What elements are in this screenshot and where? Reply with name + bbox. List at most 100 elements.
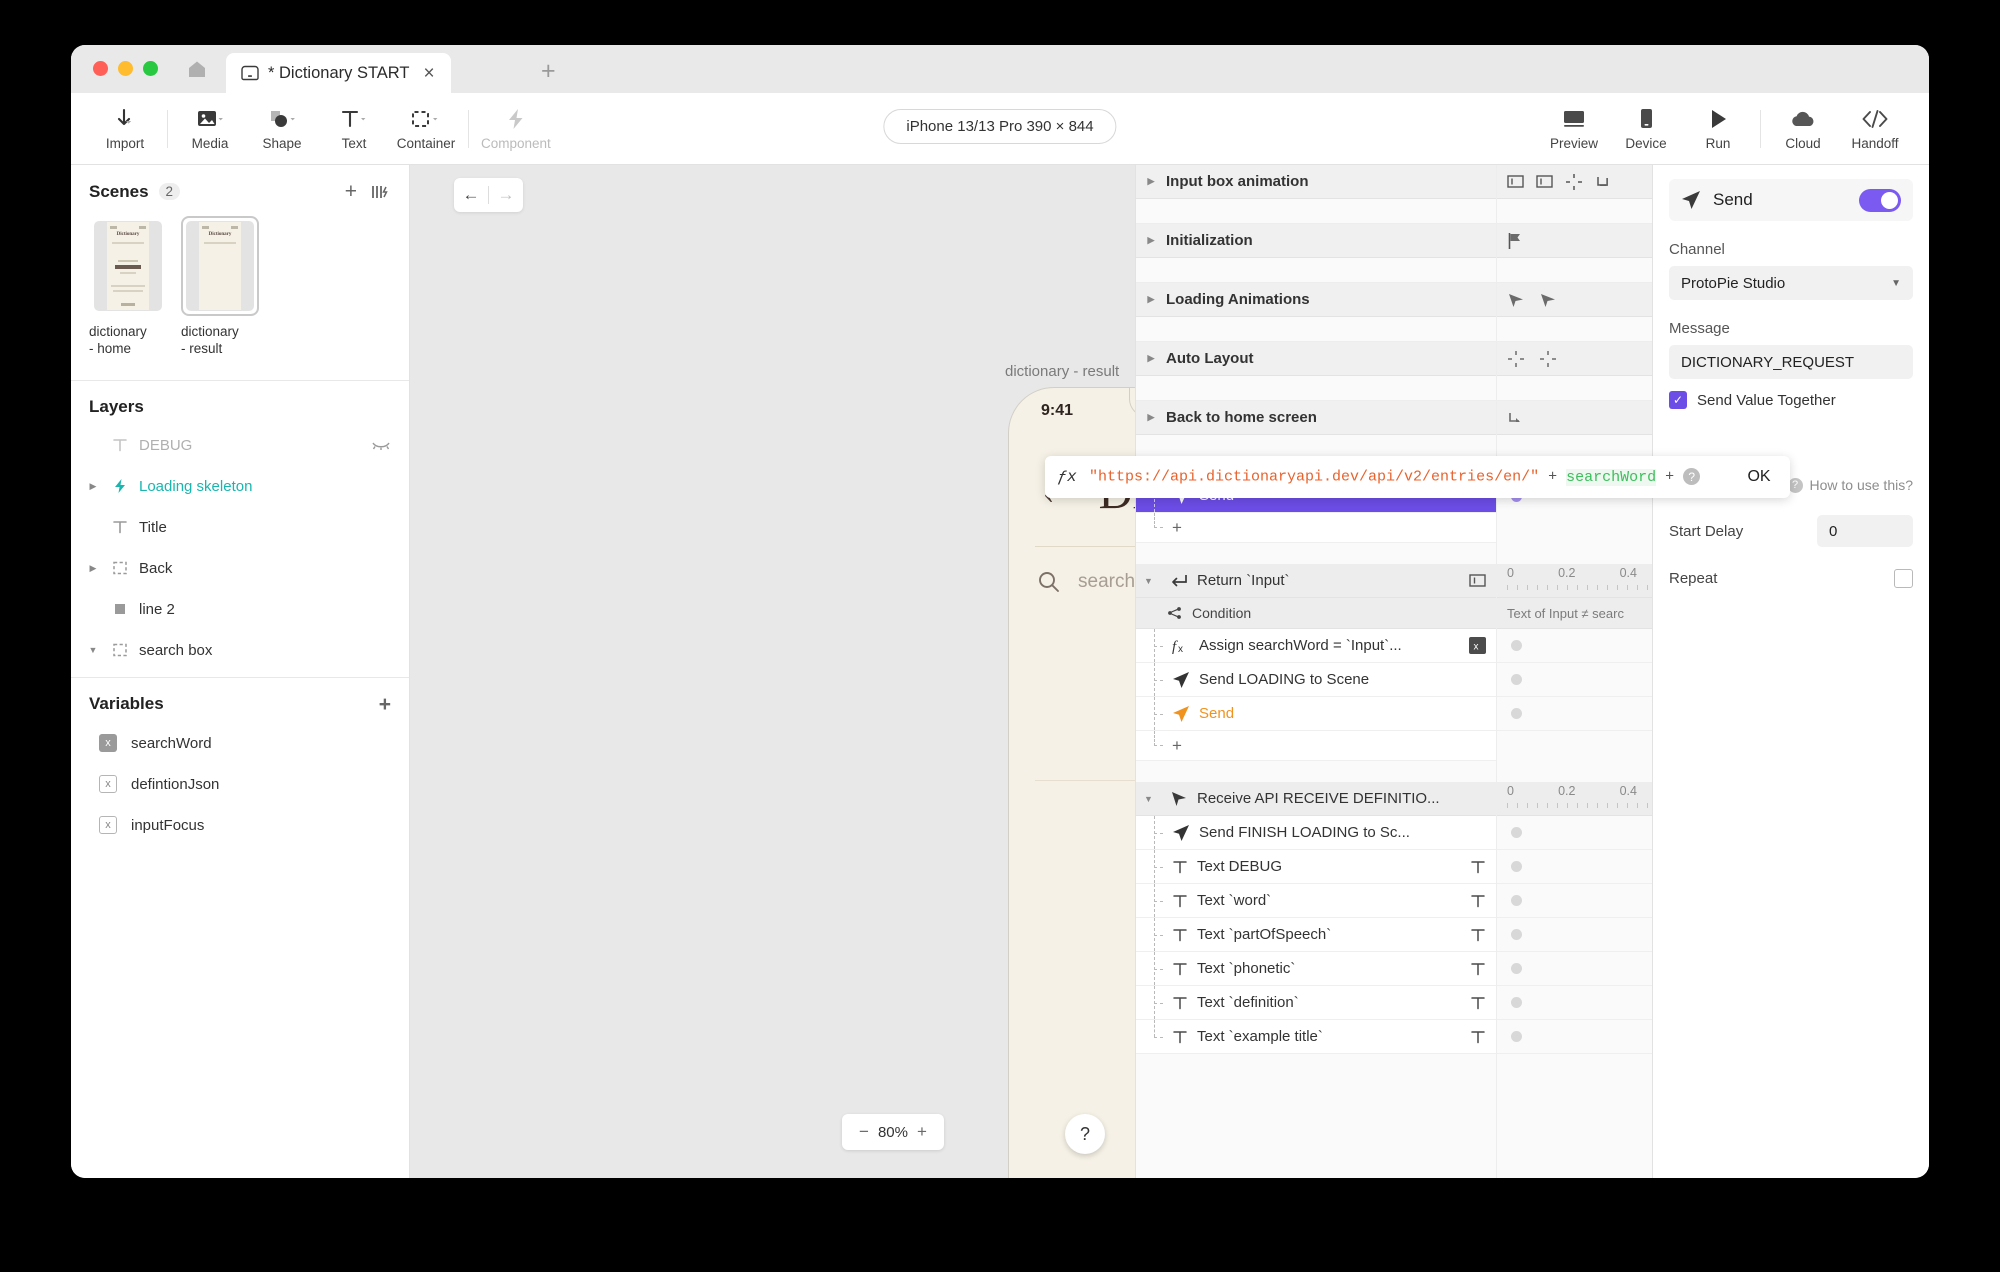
action-row-text-phonetic[interactable]: Text `phonetic`	[1136, 952, 1496, 986]
chevron-right-icon[interactable]: ▶	[1144, 176, 1158, 187]
nav-back-button[interactable]: ←	[454, 185, 488, 205]
zoom-in-button[interactable]: +	[912, 1122, 932, 1142]
twist-icon[interactable]: ▶	[85, 481, 101, 492]
run-button[interactable]: Run	[1682, 106, 1754, 151]
nav-forward-button[interactable]: →	[489, 185, 523, 205]
send-value-together-checkbox[interactable]: ✓	[1669, 391, 1687, 409]
tool-import[interactable]: Import	[89, 106, 161, 151]
add-action-button[interactable]: +	[1136, 513, 1496, 543]
new-tab-button[interactable]: +	[541, 59, 556, 84]
chevron-down-icon[interactable]: ▼	[1144, 794, 1153, 804]
code-icon	[1860, 106, 1890, 132]
action-row-text-word[interactable]: Text `word`	[1136, 884, 1496, 918]
tool-text[interactable]: Text	[318, 106, 390, 151]
layer-item-title[interactable]: Title	[71, 507, 409, 548]
scene-item-dictionary-result[interactable]: Dictionary dictionary - result	[181, 216, 259, 358]
timeline-keyframe-dot[interactable]	[1511, 708, 1522, 719]
scene-layout-icon[interactable]	[371, 183, 391, 201]
chevron-right-icon[interactable]: ▶	[1144, 412, 1158, 423]
document-tab[interactable]: * Dictionary START ×	[226, 53, 451, 93]
preview-button[interactable]: Preview	[1538, 106, 1610, 151]
timeline-column[interactable]: 0 0.2 0.4 Text of Input ≠ searc 0 0.2 0.…	[1496, 165, 1652, 1178]
canvas-area[interactable]: ← → dictionary - result 9:41 search − 80…	[410, 165, 1405, 1178]
tool-shape[interactable]: Shape	[246, 106, 318, 151]
formula-bar[interactable]: ƒx "https://api.dictionaryapi.dev/api/v2…	[1045, 456, 1790, 498]
auto-layout-icon	[1539, 350, 1557, 368]
variable-item-searchword[interactable]: x searchWord	[71, 723, 409, 764]
scenes-header: Scenes 2 +	[71, 165, 409, 212]
scene-item-dictionary-home[interactable]: Dictionary dictionary - home	[89, 216, 167, 358]
twist-icon[interactable]: ▶	[85, 563, 101, 574]
action-row-assign-searchword[interactable]: fx Assign searchWord = `Input`... x	[1136, 629, 1496, 663]
tool-media[interactable]: Media	[174, 106, 246, 151]
layer-item-loading-skeleton[interactable]: ▶ Loading skeleton	[71, 466, 409, 507]
enable-toggle[interactable]	[1859, 188, 1901, 212]
timeline-keyframe-dot[interactable]	[1511, 674, 1522, 685]
channel-select[interactable]: ProtoPie Studio ▼	[1669, 266, 1913, 300]
hidden-eye-icon[interactable]	[371, 438, 391, 452]
timeline-keyframe-dot[interactable]	[1511, 1031, 1522, 1042]
repeat-checkbox[interactable]	[1894, 569, 1913, 588]
close-window-button[interactable]	[93, 61, 108, 76]
interaction-group-initialization[interactable]: ▶ Initialization	[1136, 224, 1496, 258]
handoff-button[interactable]: Handoff	[1839, 106, 1911, 151]
send-value-together-row[interactable]: ✓ Send Value Together	[1669, 391, 1913, 409]
add-scene-button[interactable]: +	[345, 181, 357, 202]
tool-container[interactable]: Container	[390, 106, 462, 151]
interaction-group-input-box-animation[interactable]: ▶ Input box animation	[1136, 165, 1496, 199]
add-variable-button[interactable]: +	[379, 694, 391, 715]
layer-item-line-2[interactable]: line 2	[71, 589, 409, 630]
action-row-text-definition[interactable]: Text `definition`	[1136, 986, 1496, 1020]
formula-expression[interactable]: "https://api.dictionaryapi.dev/api/v2/en…	[1089, 468, 1728, 486]
device-button[interactable]: Device	[1610, 106, 1682, 151]
start-delay-input[interactable]: 0	[1817, 515, 1913, 547]
action-row-text-partofspeech[interactable]: Text `partOfSpeech`	[1136, 918, 1496, 952]
layer-item-debug[interactable]: DEBUG	[71, 425, 409, 466]
chevron-right-icon[interactable]: ▶	[1144, 294, 1158, 305]
action-row-send-loading-to-scene[interactable]: Send LOADING to Scene	[1136, 663, 1496, 697]
zoom-out-button[interactable]: −	[854, 1122, 874, 1142]
timeline-keyframe-dot[interactable]	[1511, 640, 1522, 651]
cloud-button[interactable]: Cloud	[1767, 106, 1839, 151]
interaction-group-back-to-home-screen[interactable]: ▶ Back to home screen	[1136, 401, 1496, 435]
action-row-send-finish-loading[interactable]: Send FINISH LOADING to Sc...	[1136, 816, 1496, 850]
chevron-right-icon[interactable]: ▶	[1144, 235, 1158, 246]
layer-item-search-box[interactable]: ▼ search box	[71, 630, 409, 671]
action-row-send-orange[interactable]: Send	[1136, 697, 1496, 731]
timeline-keyframe-dot[interactable]	[1511, 895, 1522, 906]
group-label: Auto Layout	[1166, 350, 1254, 367]
action-row-text-example-title[interactable]: Text `example title`	[1136, 1020, 1496, 1054]
timeline-keyframe-dot[interactable]	[1511, 929, 1522, 940]
trigger-row-receive-api[interactable]: ▼ Receive API RECEIVE DEFINITIO...	[1136, 782, 1496, 816]
variable-item-defintionjson[interactable]: x defintionJson	[71, 764, 409, 805]
chevron-down-icon[interactable]: ▼	[1144, 576, 1153, 586]
timeline-keyframe-dot[interactable]	[1511, 997, 1522, 1008]
canvas-scene-label: dictionary - result	[1005, 363, 1120, 380]
timeline-keyframe-dot[interactable]	[1511, 861, 1522, 872]
message-input[interactable]: DICTIONARY_REQUEST	[1669, 345, 1913, 379]
timeline-keyframe-dot[interactable]	[1511, 827, 1522, 838]
trigger-row-return-input[interactable]: ▼ Return `Input`	[1136, 564, 1496, 598]
minimize-window-button[interactable]	[118, 61, 133, 76]
action-row-text-debug[interactable]: Text DEBUG	[1136, 850, 1496, 884]
property-title: Send	[1713, 190, 1753, 209]
device-selector[interactable]: iPhone 13/13 Pro 390 × 844	[883, 109, 1117, 144]
timeline-keyframe-dot[interactable]	[1511, 963, 1522, 974]
question-icon[interactable]: ?	[1683, 468, 1701, 486]
maximize-window-button[interactable]	[143, 61, 158, 76]
chevron-right-icon[interactable]: ▶	[1144, 353, 1158, 364]
interaction-group-auto-layout[interactable]: ▶ Auto Layout	[1136, 342, 1496, 376]
interaction-group-loading-animations[interactable]: ▶ Loading Animations	[1136, 283, 1496, 317]
container-layer-icon	[107, 560, 133, 576]
twist-icon[interactable]: ▼	[85, 645, 101, 655]
formula-ok-button[interactable]: OK	[1728, 468, 1790, 486]
tool-component[interactable]: Component	[475, 106, 557, 151]
preview-icon	[1561, 106, 1587, 132]
help-button[interactable]: ?	[1065, 1114, 1105, 1154]
layer-item-back[interactable]: ▶ Back	[71, 548, 409, 589]
home-icon[interactable]	[186, 59, 208, 79]
add-action-button-2[interactable]: +	[1136, 731, 1496, 761]
condition-row[interactable]: Condition	[1136, 598, 1496, 629]
close-icon[interactable]: ×	[424, 64, 435, 83]
variable-item-inputfocus[interactable]: x inputFocus	[71, 805, 409, 846]
